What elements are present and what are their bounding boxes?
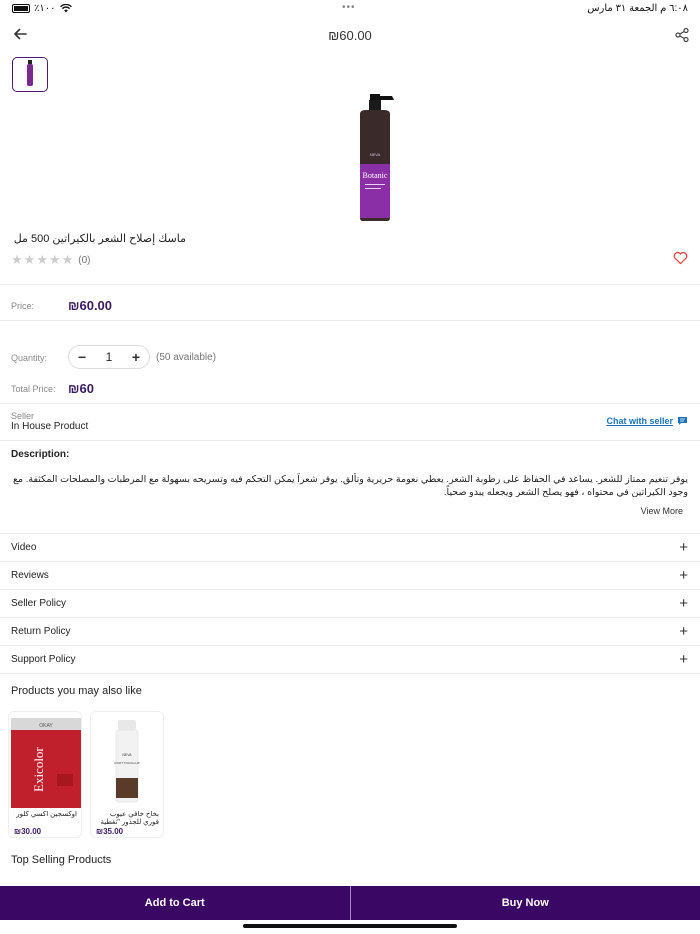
chat-bubble-icon (678, 417, 687, 425)
battery-icon (12, 4, 30, 13)
product-image: NEVA Botanic (360, 94, 394, 221)
product-card-name: بخاخ خافي عيوب فوري للجذور "تغطية الشيب … (100, 811, 159, 826)
total-price: ₪60 (68, 381, 94, 396)
price-label: Price: (11, 301, 35, 311)
accordion-label: Return Policy (11, 626, 71, 637)
decrement-button[interactable]: − (78, 349, 86, 365)
increment-button[interactable]: + (132, 349, 140, 365)
view-more-link[interactable]: View More (641, 506, 683, 516)
status-left: ٪١٠٠ (12, 3, 72, 14)
rating[interactable]: ★ ★ ★ ★ ★ (0) (11, 252, 91, 268)
accordion-seller-policy[interactable]: Seller Policy + (0, 590, 700, 618)
chat-with-seller-link[interactable]: Chat with seller (606, 416, 688, 426)
description-label: Description: (11, 449, 70, 460)
svg-text:Exicolor: Exicolor (31, 747, 46, 792)
add-to-cart-button[interactable]: Add to Cart (0, 886, 350, 920)
svg-text:ROOT TOUCH-UP: ROOT TOUCH-UP (114, 761, 139, 765)
home-indicator[interactable] (243, 924, 457, 928)
share-icon[interactable] (674, 27, 690, 43)
page-title: ₪60.00 (328, 28, 372, 43)
accordion-video[interactable]: Video + (0, 534, 700, 562)
quantity-value[interactable]: 1 (106, 350, 113, 364)
quantity-label: Quantity: (11, 353, 48, 363)
product-card-name: اوكسجين اكسي كلور (16, 811, 77, 818)
accordion-support-policy[interactable]: Support Policy + (0, 646, 700, 674)
product-card-price: ₪30.00 (14, 827, 42, 836)
divider (0, 320, 700, 321)
top-bar: ₪60.00 (0, 22, 700, 50)
accordion-return-policy[interactable]: Return Policy + (0, 618, 700, 646)
accordion-label: Seller Policy (11, 598, 67, 609)
star-icon: ★ (36, 252, 48, 267)
battery-text: ٪١٠٠ (34, 3, 56, 14)
wishlist-heart-icon[interactable] (673, 251, 688, 265)
total-price-label: Total Price: (11, 384, 56, 394)
star-icon: ★ (61, 252, 74, 267)
star-icon: ★ (23, 252, 36, 267)
accordion-label: Reviews (11, 570, 49, 581)
rating-count: (0) (78, 254, 91, 266)
divider (0, 284, 700, 285)
seller-label: Seller (11, 411, 35, 421)
svg-text:OKAY: OKAY (39, 723, 53, 729)
available-stock: (50 available) (156, 352, 217, 363)
plus-icon: + (679, 651, 688, 668)
buy-now-button[interactable]: Buy Now (351, 886, 700, 920)
related-products-title: Products you may also like (11, 685, 142, 697)
accordion-label: Support Policy (11, 654, 76, 665)
product-name: ماسك إصلاح الشعر بالكيراتين 500 مل (13, 233, 186, 245)
product-card-image: NEVA ROOT TOUCH-UP (91, 712, 163, 808)
multitask-dots[interactable]: ••• (342, 2, 356, 13)
svg-text:Botanic: Botanic (363, 171, 388, 180)
status-datetime: ٦:٠٨ م الجمعة ٣١ مارس (587, 3, 688, 14)
thumbnail-image (27, 59, 33, 86)
svg-text:NEVA: NEVA (122, 753, 132, 757)
accordion-reviews[interactable]: Reviews + (0, 562, 700, 590)
star-icon: ★ (11, 252, 23, 267)
plus-icon: + (679, 567, 688, 584)
status-bar: ٪١٠٠ ••• ٦:٠٨ م الجمعة ٣١ مارس (0, 0, 700, 18)
plus-icon: + (679, 623, 688, 640)
product-card-image: OKAY Exicolor (9, 712, 81, 808)
product-price: ₪60.00 (68, 298, 113, 313)
plus-icon: + (679, 595, 688, 612)
product-thumbnail[interactable] (12, 57, 48, 92)
chat-with-seller-label: Chat with seller (606, 416, 673, 426)
divider (0, 403, 700, 404)
product-card[interactable]: NEVA ROOT TOUCH-UP بخاخ خافي عيوب فوري ل… (90, 711, 164, 838)
divider (0, 673, 700, 674)
seller-name: In House Product (11, 421, 89, 432)
divider (0, 440, 700, 441)
bottom-action-bar: Add to Cart Buy Now (0, 886, 700, 920)
product-card-price: ₪35.00 (96, 827, 124, 836)
wifi-icon (59, 4, 72, 13)
svg-text:NEVA: NEVA (370, 152, 381, 157)
description-text: يوفر تنعيم ممتاز للشعر. يساعد في الحفاظ … (12, 474, 688, 497)
accordion-label: Video (11, 542, 37, 553)
plus-icon: + (679, 539, 688, 556)
quantity-stepper: − 1 + (68, 345, 150, 369)
star-icon: ★ (48, 252, 61, 267)
top-selling-title: Top Selling Products (11, 854, 112, 866)
product-card[interactable]: OKAY Exicolor اوكسجين اكسي كلور ₪30.00 (8, 711, 82, 838)
